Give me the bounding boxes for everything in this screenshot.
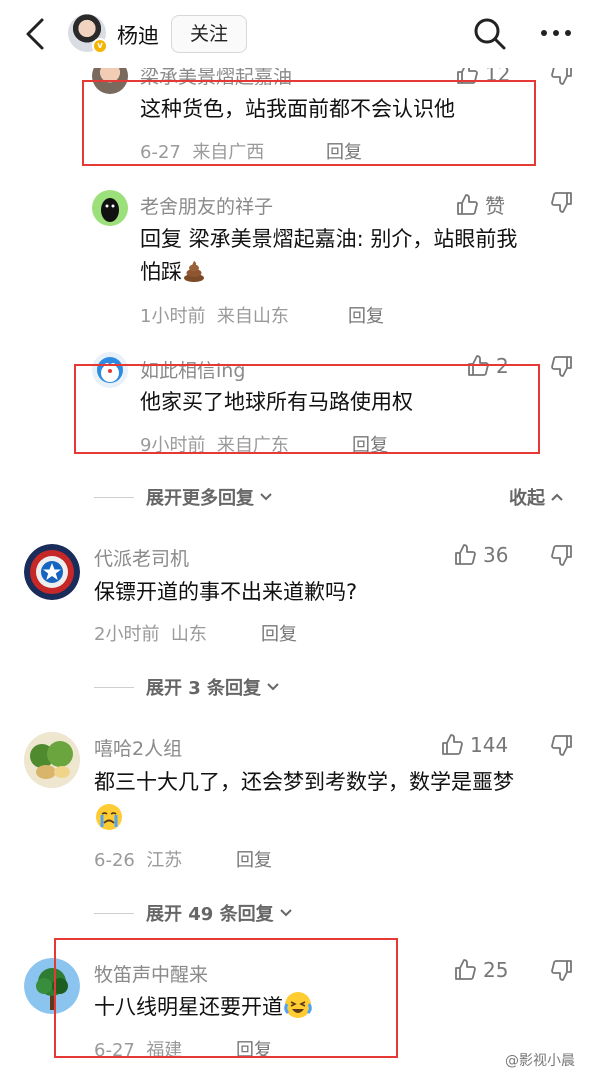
divider [94, 496, 134, 498]
thumbs-down-icon[interactable] [550, 543, 574, 567]
comment-date: 1小时前 [140, 306, 206, 327]
back-arrow-icon[interactable] [22, 16, 52, 52]
comment-location: 来自山东 [216, 306, 289, 327]
crying-face-emoji-icon [94, 802, 124, 832]
comment-date: 6-26 [94, 850, 135, 871]
chevron-up-icon [551, 493, 563, 501]
search-icon[interactable] [472, 16, 508, 52]
chevron-down-icon [267, 683, 279, 691]
reply-button[interactable]: 回复 [236, 846, 272, 872]
comment-text: 保镖开道的事不出来道歉吗? [94, 580, 358, 604]
highlight-box [74, 364, 540, 454]
comment-meta: 2小时前 山东 [94, 620, 207, 646]
like-count: 36 [483, 543, 509, 567]
expand-label: 展开更多回复 [146, 488, 254, 509]
more-options-icon[interactable] [538, 18, 574, 48]
like-button[interactable]: 144 [440, 733, 508, 757]
like-button[interactable]: 25 [453, 958, 508, 982]
comment-meta: 1小时前 来自山东 [140, 302, 289, 328]
comment-date: 2小时前 [94, 624, 160, 645]
like-count: 赞 [485, 194, 505, 218]
avatar[interactable] [24, 544, 80, 600]
verified-badge: v [92, 38, 108, 54]
expand-label: 展开 49 条回复 [146, 904, 274, 925]
expand-49-replies[interactable]: 展开 49 条回复 [94, 900, 294, 926]
thumbs-down-icon[interactable] [550, 190, 574, 214]
user-name[interactable]: 杨迪 [117, 20, 159, 50]
expand-more-replies[interactable]: 展开更多回复 [94, 484, 274, 510]
like-count: 25 [483, 958, 509, 982]
highlight-box [82, 80, 536, 166]
chevron-down-icon [260, 493, 272, 501]
divider [94, 912, 134, 914]
avatar[interactable] [24, 732, 80, 788]
highlight-box [54, 938, 398, 1058]
thumbs-down-icon[interactable] [550, 354, 574, 378]
like-count: 144 [470, 733, 509, 757]
thumbs-up-icon [442, 734, 463, 755]
comment-location: 山东 [170, 624, 207, 645]
collapse-label: 收起 [509, 488, 545, 509]
like-button[interactable]: 36 [453, 543, 508, 567]
comment-meta: 6-26 江苏 [94, 846, 182, 872]
thumbs-down-icon[interactable] [550, 958, 574, 982]
expand-3-replies[interactable]: 展开 3 条回复 [94, 674, 281, 700]
commenter-name[interactable]: 老舍朋友的祥子 [140, 192, 273, 219]
comment-text-line: 回复 梁承美景熠起嘉油: 别介，站眼前我 [140, 227, 518, 251]
expand-label: 展开 3 条回复 [146, 678, 262, 699]
poop-emoji-icon [182, 259, 206, 283]
comment-text: 都三十大几了，还会梦到考数学，数学是噩梦 [94, 770, 514, 794]
top-bar: v 杨迪 关注 [0, 0, 600, 68]
commenter-name[interactable]: 嘻哈2人组 [94, 734, 182, 761]
thumbs-down-icon[interactable] [550, 733, 574, 757]
divider [94, 686, 134, 688]
thumbs-up-icon [455, 959, 476, 980]
follow-button[interactable]: 关注 [171, 15, 247, 53]
like-button[interactable]: 赞 [455, 190, 505, 219]
comment-location: 江苏 [146, 850, 183, 871]
comment-text: 回复 梁承美景熠起嘉油: 别介，站眼前我 怕踩 [140, 223, 580, 289]
thumbs-up-icon [457, 193, 478, 215]
collapse-replies[interactable]: 收起 [509, 484, 565, 510]
comment-text-fragment: 怕踩 [140, 260, 182, 284]
avatar[interactable] [92, 190, 128, 226]
reply-button[interactable]: 回复 [348, 302, 384, 328]
watermark: @影视小晨 [505, 1053, 575, 1069]
commenter-name[interactable]: 代派老司机 [94, 544, 189, 571]
comment-text-line: 怕踩 [140, 256, 580, 289]
reply-button[interactable]: 回复 [261, 620, 297, 646]
thumbs-up-icon [455, 544, 476, 565]
chevron-down-icon [279, 909, 292, 917]
